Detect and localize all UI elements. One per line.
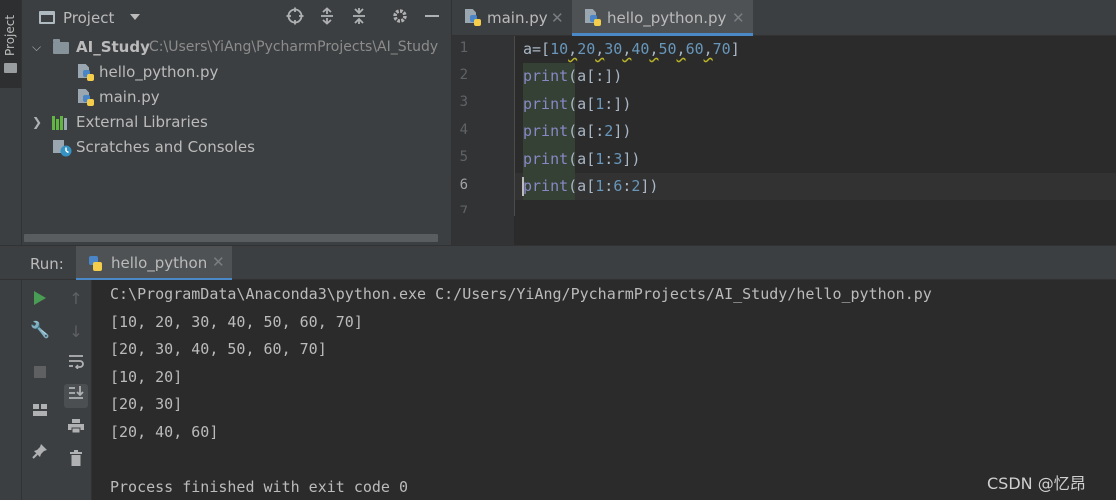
tab-main-py[interactable]: main.py ✕ bbox=[452, 0, 571, 36]
gear-icon[interactable] bbox=[389, 7, 411, 29]
project-stripe-label: Project bbox=[3, 14, 17, 56]
run-toolbar-primary: 🔧 bbox=[22, 280, 60, 500]
console-output-line: [20, 40, 60] bbox=[110, 423, 219, 441]
tab-label: main.py bbox=[487, 9, 548, 27]
line-number: 4 bbox=[459, 122, 468, 138]
project-tool-window-button[interactable]: Project bbox=[0, 0, 21, 88]
tree-item-external-libraries[interactable]: ❯ External Libraries bbox=[22, 110, 451, 135]
horizontal-scrollbar[interactable] bbox=[22, 232, 451, 245]
python-file-icon bbox=[78, 64, 94, 82]
line-number: 2 bbox=[459, 67, 468, 83]
run-left-stripe bbox=[0, 280, 22, 500]
project-panel-title[interactable]: Project bbox=[63, 9, 114, 27]
layout-icon[interactable] bbox=[28, 400, 52, 424]
line-number: 1 bbox=[459, 40, 468, 56]
print-icon[interactable] bbox=[64, 417, 88, 441]
close-icon[interactable]: ✕ bbox=[732, 0, 745, 36]
arrow-down-icon[interactable]: ↓ bbox=[64, 320, 88, 344]
code-line-1: a=[10,20,30,40,50,60,70] bbox=[523, 40, 740, 58]
scrollbar-thumb[interactable] bbox=[24, 234, 438, 242]
console-output-line: [20, 30, 40, 50, 60, 70] bbox=[110, 340, 327, 358]
project-root-name: AI_Study bbox=[76, 38, 150, 56]
wrench-icon[interactable]: 🔧 bbox=[28, 318, 52, 342]
python-file-icon bbox=[78, 89, 94, 107]
line-number-gutter: 1 2 3 4 5 6 7 bbox=[452, 36, 514, 245]
code-line-2: print(a[:]) bbox=[523, 67, 623, 85]
run-console-output[interactable]: C:\ProgramData\Anaconda3\python.exe C:/U… bbox=[92, 280, 1116, 500]
project-panel-header: Project bbox=[22, 0, 451, 36]
watermark: CSDN @忆昂 bbox=[987, 474, 1086, 493]
python-file-icon bbox=[585, 9, 601, 27]
python-icon bbox=[87, 255, 103, 273]
arrow-up-icon[interactable]: ↑ bbox=[64, 287, 88, 311]
left-tool-stripe: Project bbox=[0, 0, 22, 245]
tree-item-scratches[interactable]: Scratches and Consoles bbox=[22, 135, 451, 160]
chevron-down-icon[interactable]: ⌵ bbox=[32, 35, 44, 60]
tree-item-ai-study[interactable]: ⌵ AI_Study C:\Users\YiAng\PycharmProject… bbox=[22, 35, 451, 60]
crosshair-icon[interactable] bbox=[284, 7, 306, 29]
close-icon[interactable]: ✕ bbox=[212, 253, 225, 271]
console-output-line: [10, 20] bbox=[110, 368, 183, 386]
console-output-line: [20, 30] bbox=[110, 395, 183, 413]
expand-all-icon[interactable] bbox=[316, 7, 338, 29]
tab-label: hello_python.py bbox=[607, 9, 727, 27]
run-label: Run: bbox=[30, 255, 64, 273]
python-file-icon bbox=[465, 9, 481, 27]
code-line-3: print(a[1:]) bbox=[523, 95, 632, 113]
soft-wrap-icon[interactable] bbox=[64, 352, 88, 376]
folder-icon bbox=[4, 63, 17, 73]
console-exit-message: Process finished with exit code 0 bbox=[110, 478, 409, 496]
minimize-icon[interactable] bbox=[421, 7, 443, 29]
project-root-path: C:\Users\YiAng\PycharmProjects\AI_Study bbox=[149, 39, 439, 55]
tree-item-hello-python[interactable]: hello_python.py bbox=[22, 60, 451, 85]
tree-item-label: Scratches and Consoles bbox=[76, 138, 255, 156]
run-tool-window-header: Run: hello_python ✕ bbox=[0, 245, 1116, 281]
run-tab-label: hello_python bbox=[111, 254, 207, 272]
console-output-line: [10, 20, 30, 40, 50, 60, 70] bbox=[110, 313, 363, 331]
chevron-down-icon[interactable] bbox=[130, 14, 140, 20]
line-number: 5 bbox=[459, 149, 468, 165]
trash-icon[interactable] bbox=[64, 449, 88, 473]
stop-icon[interactable] bbox=[34, 366, 46, 378]
code-line-5: print(a[1:3]) bbox=[523, 150, 641, 168]
line-number: 7 bbox=[459, 204, 468, 213]
code-line-6: print(a[1:6:2]) bbox=[523, 177, 659, 195]
project-panel: Project ⌵ AI_Study C:\Users\YiAng\Pychar… bbox=[22, 0, 451, 245]
folder-icon bbox=[53, 39, 69, 54]
chevron-right-icon[interactable]: ❯ bbox=[32, 110, 44, 135]
project-view-icon bbox=[39, 11, 55, 24]
tree-item-label: External Libraries bbox=[76, 113, 208, 131]
tree-item-main[interactable]: main.py bbox=[22, 85, 451, 110]
run-tab-hello-python[interactable]: hello_python ✕ bbox=[76, 246, 232, 281]
scratches-icon bbox=[52, 139, 72, 157]
code-editor[interactable]: a=[10,20,30,40,50,60,70] print(a[:]) pri… bbox=[515, 36, 1116, 245]
run-icon[interactable] bbox=[34, 291, 46, 305]
tree-item-label: hello_python.py bbox=[99, 63, 219, 81]
editor-tab-bar: main.py ✕ hello_python.py ✕ bbox=[452, 0, 1116, 36]
text-caret bbox=[522, 177, 524, 196]
line-number-current: 6 bbox=[459, 177, 468, 193]
pin-icon[interactable] bbox=[28, 442, 52, 466]
tree-item-label: main.py bbox=[99, 88, 160, 106]
close-icon[interactable]: ✕ bbox=[551, 0, 564, 36]
run-toolbar-secondary: ↑ ↓ bbox=[60, 280, 92, 500]
scroll-to-end-icon[interactable] bbox=[64, 384, 88, 408]
library-icon bbox=[52, 116, 72, 130]
line-number: 3 bbox=[459, 94, 468, 110]
tab-hello-python-py[interactable]: hello_python.py ✕ bbox=[572, 0, 753, 36]
collapse-all-icon[interactable] bbox=[348, 7, 370, 29]
editor-panel: main.py ✕ hello_python.py ✕ 1 2 3 4 5 6 … bbox=[451, 0, 1116, 245]
code-line-4: print(a[:2]) bbox=[523, 122, 632, 140]
console-command-line: C:\ProgramData\Anaconda3\python.exe C:/U… bbox=[110, 285, 932, 303]
